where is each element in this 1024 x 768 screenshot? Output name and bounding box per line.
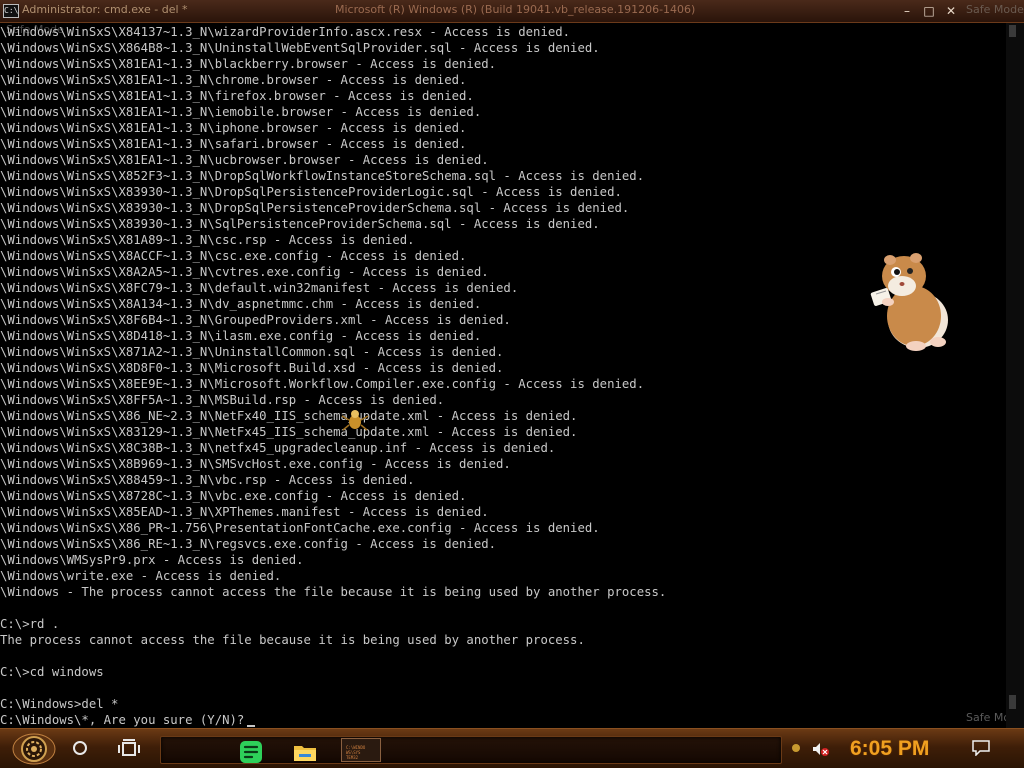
- console-line: \Windows\WinSxS\X8D8F0~1.3_N\Microsoft.B…: [0, 361, 504, 375]
- console-line: \Windows\WinSxS\X81EA1~1.3_N\iphone.brow…: [0, 121, 467, 135]
- console-line: \Windows\WinSxS\X86_RE~1.3_N\regsvcs.exe…: [0, 537, 497, 551]
- file-explorer-folder-icon[interactable]: [293, 740, 317, 764]
- console-line: C:\>cd windows: [0, 665, 104, 679]
- notification-center-icon[interactable]: [972, 740, 990, 756]
- title-bar: C:\ Administrator: cmd.exe - del * Micro…: [0, 0, 1024, 23]
- console-line: \Windows\write.exe - Access is denied.: [0, 569, 282, 583]
- console-line: \Windows\WinSxS\X8C38B~1.3_N\netfx45_upg…: [0, 441, 556, 455]
- console-line: \Windows\WinSxS\X81EA1~1.3_N\ucbrowser.b…: [0, 153, 489, 167]
- steampunk-gear-start-icon[interactable]: [12, 733, 56, 765]
- hamster-desktop-pet-icon[interactable]: [854, 244, 954, 354]
- console-line: C:\Windows\*, Are you sure (Y/N)?: [0, 712, 256, 728]
- console-line: \Windows\WinSxS\X84137~1.3_N\wizardProvi…: [0, 25, 571, 39]
- console-line: \Windows\WinSxS\X81EA1~1.3_N\safari.brow…: [0, 137, 467, 151]
- window-title: Administrator: cmd.exe - del *: [22, 3, 188, 16]
- console-line: \Windows\WinSxS\X81EA1~1.3_N\chrome.brow…: [0, 73, 467, 87]
- console-line: \Windows\WinSxS\X8FC79~1.3_N\default.win…: [0, 281, 519, 295]
- console-line: \Windows\WinSxS\X8A134~1.3_N\dv_aspnetmm…: [0, 297, 482, 311]
- green-chat-app-icon[interactable]: [239, 740, 263, 764]
- tray-gear-icon[interactable]: [792, 744, 800, 752]
- close-button[interactable]: ✕: [942, 3, 960, 19]
- cmd-app-icon[interactable]: C:\: [3, 4, 19, 18]
- console-line: \Windows\WinSxS\X83930~1.3_N\DropSqlPers…: [0, 201, 630, 215]
- console-line: \Windows\WinSxS\X8EE9E~1.3_N\Microsoft.W…: [0, 377, 645, 391]
- task-view-icon[interactable]: [118, 739, 140, 759]
- console-line: \Windows\WinSxS\X871A2~1.3_N\UninstallCo…: [0, 345, 504, 359]
- console-line: \Windows\WinSxS\X83930~1.3_N\SqlPersiste…: [0, 217, 600, 231]
- console-line: C:\>rd .: [0, 617, 60, 631]
- console-line: \Windows\WinSxS\X864B8~1.3_N\UninstallWe…: [0, 41, 600, 55]
- system-tray: 6:05 PM: [790, 736, 1014, 762]
- bug-sprite-icon: [341, 410, 369, 431]
- console-line: \Windows\WinSxS\X86_NE~2.3_N\NetFx40_IIS…: [0, 409, 578, 423]
- console-line: \Windows\WinSxS\X8B969~1.3_N\SMSvcHost.e…: [0, 457, 511, 471]
- console-line: \Windows\WinSxS\X81EA1~1.3_N\firefox.bro…: [0, 89, 474, 103]
- command-prompt-icon[interactable]: C:\WINDO WS\SYS TEM32: [341, 738, 381, 762]
- console-line: \Windows\WinSxS\X86_PR~1.756\Presentatio…: [0, 521, 600, 535]
- console-line: \Windows\WinSxS\X85EAD~1.3_N\XPThemes.ma…: [0, 505, 489, 519]
- console-line: \Windows\WMSysPr9.prx - Access is denied…: [0, 553, 304, 567]
- console-line: \Windows\WinSxS\X8728C~1.3_N\vbc.exe.con…: [0, 489, 467, 503]
- console-line: \Windows\WinSxS\X8ACCF~1.3_N\csc.exe.con…: [0, 249, 467, 263]
- console-line: C:\Windows>del *: [0, 697, 119, 711]
- build-watermark-title: Microsoft (R) Windows (R) (Build 19041.v…: [335, 3, 696, 16]
- console-scrollbar[interactable]: [1006, 23, 1024, 730]
- volume-muted-icon[interactable]: [812, 741, 830, 757]
- console-line: \Windows\WinSxS\X8FF5A~1.3_N\MSBuild.rsp…: [0, 393, 445, 407]
- console-line: \Windows\WinSxS\X81A89~1.3_N\csc.rsp - A…: [0, 233, 415, 247]
- minimize-button[interactable]: –: [898, 3, 916, 19]
- console-line: \Windows\WinSxS\X8A2A5~1.3_N\cvtres.exe.…: [0, 265, 489, 279]
- console-line: \Windows\WinSxS\X81EA1~1.3_N\iemobile.br…: [0, 105, 482, 119]
- taskbar: C:\WINDO WS\SYS TEM32 6:05 PM: [0, 728, 1024, 768]
- console-thumb-line: TEM32: [346, 755, 359, 760]
- console-line: \Windows\WinSxS\X8F6B4~1.3_N\GroupedProv…: [0, 313, 511, 327]
- console-line: \Windows\WinSxS\X8D418~1.3_N\ilasm.exe.c…: [0, 329, 482, 343]
- taskbar-clock[interactable]: 6:05 PM: [850, 737, 929, 761]
- console-line: \Windows\WinSxS\X83129~1.3_N\NetFx45_IIS…: [0, 425, 578, 439]
- console-output[interactable]: Safe Mode \Windows\WinSxS\X84137~1.3_N\w…: [0, 23, 1006, 730]
- search-circle-icon[interactable]: [73, 741, 87, 755]
- safe-mode-watermark-top: Safe Mode: [966, 3, 1024, 16]
- console-line: \Windows\WinSxS\X81EA1~1.3_N\blackberry.…: [0, 57, 497, 71]
- console-line: \Windows\WinSxS\X852F3~1.3_N\DropSqlWork…: [0, 169, 645, 183]
- taskbar-apps-panel: C:\WINDO WS\SYS TEM32: [160, 736, 782, 764]
- console-line: The process cannot access the file becau…: [0, 633, 585, 647]
- console-line: \Windows\WinSxS\X83930~1.3_N\DropSqlPers…: [0, 185, 622, 199]
- maximize-button[interactable]: □: [920, 3, 938, 19]
- scrollbar-up-arrow[interactable]: [1009, 25, 1016, 37]
- console-line: \Windows - The process cannot access the…: [0, 585, 667, 599]
- scrollbar-thumb[interactable]: [1009, 695, 1016, 709]
- console-line: \Windows\WinSxS\X88459~1.3_N\vbc.rsp - A…: [0, 473, 415, 487]
- console-cursor: [247, 725, 256, 727]
